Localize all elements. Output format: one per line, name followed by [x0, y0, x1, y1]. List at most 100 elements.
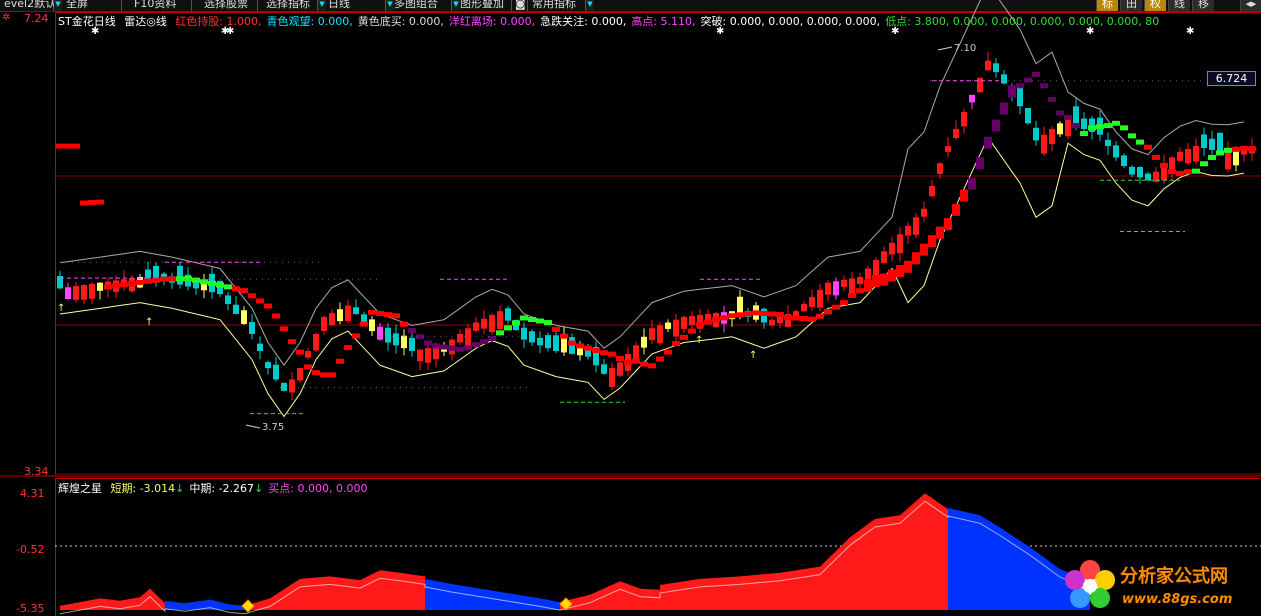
indicator-area — [660, 493, 948, 610]
candle-body — [521, 327, 527, 340]
radar-block — [1112, 120, 1120, 126]
radar-block — [912, 252, 920, 265]
radar-block — [176, 276, 184, 282]
candle-body — [889, 242, 895, 255]
candle-body — [849, 278, 855, 295]
candle-body — [969, 94, 975, 103]
candle-body — [681, 316, 687, 329]
candle-body — [881, 251, 887, 264]
candle-body — [1073, 106, 1079, 124]
radar-block — [1240, 145, 1248, 151]
candle-body — [913, 217, 919, 235]
main-legend-item: 急跌关注: 0.000, — [540, 15, 627, 28]
radar-block — [992, 119, 1000, 132]
candle-body — [177, 265, 183, 285]
main-legend: ST金花日线 雷达◎线 红色持股: 1.000, 青色观望: 0.000, 黄色底买… — [58, 13, 1169, 29]
radar-block — [328, 372, 336, 378]
radar-block — [320, 372, 328, 378]
sub-y-mid-label: -0.52 — [16, 543, 45, 556]
candle-body — [369, 319, 375, 332]
radar-block — [648, 363, 656, 369]
radar-block — [128, 281, 136, 287]
indicator-area — [60, 588, 165, 610]
radar-block — [760, 310, 768, 316]
radar-block — [800, 316, 808, 322]
candle-body — [489, 314, 495, 332]
main-legend-item: 突破: 0.000, 0.000, 0.000, 0.000, — [700, 15, 881, 28]
radar-block — [584, 345, 592, 351]
radar-block — [600, 350, 608, 356]
watermark-title: 分析家公式网 — [1120, 566, 1228, 587]
main-y-top-label: 7.24 — [24, 12, 49, 25]
main-legend-item: 青色观望: 0.000, — [266, 15, 353, 28]
radar-block — [280, 326, 288, 332]
candle-body — [353, 307, 359, 315]
candle-body — [345, 305, 351, 321]
radar-block — [832, 304, 840, 310]
candle-body — [769, 319, 775, 326]
radar-block — [264, 303, 272, 309]
radar-block — [1128, 133, 1136, 139]
radar-block — [1136, 139, 1144, 145]
radar-block — [224, 284, 232, 290]
candle-body — [417, 349, 423, 362]
radar-block — [880, 273, 888, 286]
radar-block — [632, 358, 640, 364]
radar-block — [704, 319, 712, 325]
radar-block — [392, 313, 400, 319]
radar-block — [352, 333, 360, 339]
radar-block — [1104, 123, 1112, 129]
candle-body — [529, 331, 535, 343]
radar-block — [640, 361, 648, 367]
candle-body — [633, 345, 639, 360]
low-marker-leader — [245, 424, 261, 429]
candle-body — [537, 337, 543, 346]
main-legend-item: 红色持股: 1.000, — [175, 15, 262, 28]
radar-block — [296, 349, 304, 355]
candle-body — [89, 283, 95, 299]
candle-body — [305, 351, 311, 358]
candle-body — [1041, 134, 1047, 154]
candle-body — [1057, 123, 1063, 135]
buy-arrow-icon: ↑ — [57, 303, 65, 314]
candle-body — [297, 368, 303, 381]
radar-block — [1168, 169, 1176, 175]
candle-body — [689, 315, 695, 325]
radar-block — [1176, 170, 1184, 176]
candle-body — [665, 322, 671, 329]
high-marker-leader — [937, 46, 953, 51]
radar-block — [784, 314, 792, 320]
radar-block — [1032, 71, 1040, 77]
candle-body — [921, 208, 927, 217]
sub-legend-item: 买点: 0.000, 0.000 — [268, 482, 368, 495]
candle-body — [777, 316, 783, 324]
chart-period: 日线 — [93, 15, 116, 28]
radar-block — [232, 286, 240, 292]
candle-body — [1209, 138, 1215, 150]
radar-block — [696, 322, 704, 328]
radar-block — [936, 226, 944, 239]
candle-body — [321, 316, 327, 332]
sub-legend-item: 短期: -3.014↓ — [110, 482, 185, 495]
radar-block — [928, 235, 936, 248]
candle-body — [577, 347, 583, 356]
candle-body — [985, 60, 991, 71]
candle-body — [993, 63, 999, 73]
candle-body — [1049, 129, 1055, 144]
radar-block — [56, 143, 64, 149]
candle-body — [809, 296, 815, 307]
radar-block — [1216, 150, 1224, 156]
high-marker-label: 7.10 — [954, 43, 976, 54]
radar-block — [344, 345, 352, 351]
candle-body — [1217, 132, 1223, 152]
candle-body — [1017, 87, 1023, 107]
candle-body — [73, 286, 79, 300]
sub-y-bottom-label: -5.35 — [16, 602, 45, 615]
indicator-area — [245, 570, 425, 610]
radar-block — [336, 358, 344, 364]
radar-block — [672, 341, 680, 347]
candle-body — [249, 322, 255, 334]
candle-body — [841, 279, 847, 288]
settings-icon[interactable]: ✲ — [2, 12, 10, 23]
candle-body — [497, 311, 503, 330]
